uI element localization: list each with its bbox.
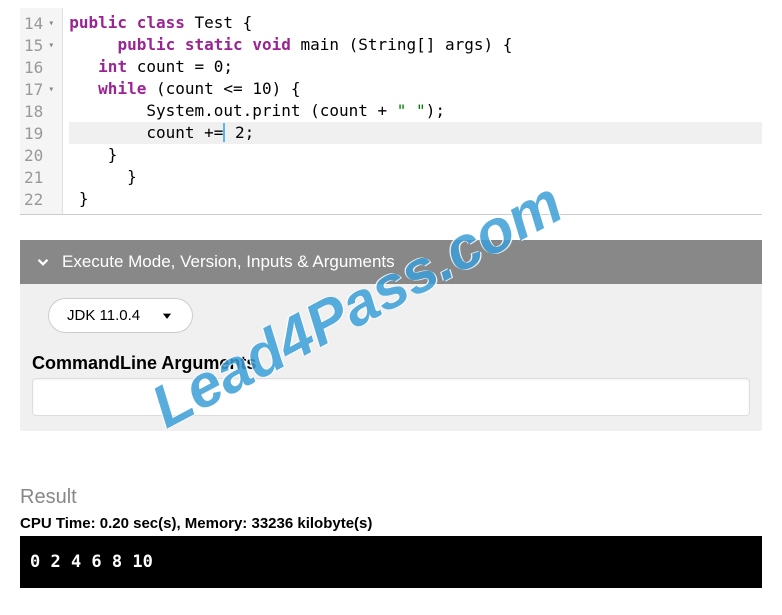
jdk-version-select[interactable]: JDK 11.0.4 (48, 298, 193, 333)
gutter-line: 18 (24, 100, 54, 122)
gutter-line: 21 (24, 166, 54, 188)
code-editor[interactable]: 14▾ 15▾ 16 17▾ 18 19 20 21 22 public cla… (20, 8, 762, 215)
code-content[interactable]: public class Test { public static void m… (63, 8, 762, 214)
result-stats: CPU Time: 0.20 sec(s), Memory: 33236 kil… (20, 515, 762, 532)
code-line[interactable]: } (69, 144, 762, 166)
code-line[interactable]: } (69, 188, 762, 210)
fold-icon[interactable]: ▾ (46, 18, 54, 29)
gutter-line: 22 (24, 188, 54, 210)
jdk-version-label: JDK 11.0.4 (67, 307, 140, 324)
chevron-down-icon (34, 253, 52, 271)
gutter-line: 19 (24, 122, 54, 144)
code-line[interactable]: } (69, 166, 762, 188)
code-line[interactable]: public static void main (String[] args) … (69, 34, 762, 56)
code-line[interactable]: while (count <= 10) { (69, 78, 762, 100)
gutter-line: 16 (24, 56, 54, 78)
fold-icon[interactable]: ▾ (46, 40, 54, 51)
code-line[interactable]: public class Test { (69, 12, 762, 34)
code-line[interactable]: int count = 0; (69, 56, 762, 78)
result-title: Result (20, 486, 762, 509)
args-input[interactable] (32, 378, 750, 416)
line-gutter: 14▾ 15▾ 16 17▾ 18 19 20 21 22 (20, 8, 63, 214)
code-line[interactable]: count += 2; (69, 122, 762, 144)
fold-icon[interactable]: ▾ (46, 84, 54, 95)
caret-down-icon (160, 309, 174, 323)
gutter-line: 20 (24, 144, 54, 166)
gutter-line: 17▾ (24, 78, 54, 100)
result-output: 0 2 4 6 8 10 (20, 536, 762, 588)
settings-header-label: Execute Mode, Version, Inputs & Argument… (62, 252, 395, 272)
settings-header[interactable]: Execute Mode, Version, Inputs & Argument… (20, 240, 762, 284)
gutter-line: 15▾ (24, 34, 54, 56)
settings-panel: Execute Mode, Version, Inputs & Argument… (20, 240, 762, 431)
code-line[interactable]: System.out.print (count + " "); (69, 100, 762, 122)
result-section: Result CPU Time: 0.20 sec(s), Memory: 33… (20, 486, 762, 588)
gutter-line: 14▾ (24, 12, 54, 34)
args-label: CommandLine Arguments (32, 353, 762, 374)
